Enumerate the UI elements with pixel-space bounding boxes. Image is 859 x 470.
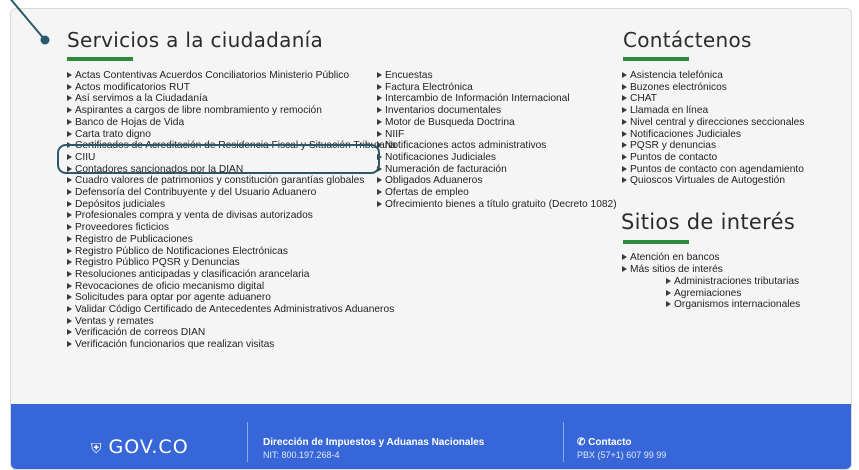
- list-item[interactable]: Depósitos judiciales: [67, 199, 396, 211]
- list-item[interactable]: Revocaciones de oficio mecanismo digital: [67, 281, 396, 293]
- contactenos-heading: Contáctenos: [623, 28, 752, 52]
- list-item[interactable]: PQSR y denuncias: [622, 140, 804, 152]
- list-item[interactable]: Inventarios documentales: [377, 105, 617, 117]
- list-item[interactable]: Defensoría del Contribuyente y del Usuar…: [67, 187, 396, 199]
- list-item[interactable]: Verificación de correos DIAN: [67, 327, 396, 339]
- list-item[interactable]: Registro Público PQSR y Denuncias: [67, 257, 396, 269]
- list-item[interactable]: Atención en bancos: [622, 252, 723, 264]
- footer-divider: [247, 422, 248, 462]
- list-item[interactable]: Nivel central y direcciones seccionales: [622, 117, 804, 129]
- contactenos-list: Asistencia telefónica Buzones electrónico…: [622, 70, 804, 187]
- phone-icon: ✆: [577, 437, 589, 448]
- list-item[interactable]: Solicitudes para optar por agente aduane…: [67, 292, 396, 304]
- list-item[interactable]: Validar Código Certificado de Antecedent…: [67, 304, 396, 316]
- footer-contact-title: ✆ Contacto: [577, 437, 632, 448]
- footer-contact-label: Contacto: [588, 437, 632, 448]
- list-item[interactable]: Buzones electrónicos: [622, 82, 804, 94]
- list-item[interactable]: Ofertas de empleo: [377, 187, 617, 199]
- footer-divider: [563, 422, 564, 462]
- servicios-underline: [67, 57, 133, 61]
- list-item[interactable]: Resoluciones anticipadas y clasificación…: [67, 269, 396, 281]
- list-item[interactable]: Encuestas: [377, 70, 617, 82]
- list-item[interactable]: Notificaciones actos administrativos: [377, 140, 617, 152]
- sitios-sublist: Administraciones tributarias Agremiacione…: [666, 276, 800, 311]
- servicios-heading: Servicios a la ciudadanía: [67, 28, 324, 52]
- list-item[interactable]: Banco de Hojas de Vida: [67, 117, 396, 129]
- sitios-heading: Sitios de interés: [621, 210, 796, 234]
- list-item[interactable]: Organismos internacionales: [666, 299, 800, 311]
- list-item[interactable]: Puntos de contacto: [622, 152, 804, 164]
- list-item[interactable]: Asistencia telefónica: [622, 70, 804, 82]
- list-item[interactable]: Llamada en línea: [622, 105, 804, 117]
- govco-logo-text: GOV.CO: [108, 436, 189, 458]
- list-item[interactable]: Notificaciones Judiciales: [377, 152, 617, 164]
- list-item[interactable]: Actos modificatorios RUT: [67, 82, 396, 94]
- list-item[interactable]: Puntos de contacto con agendamiento: [622, 164, 804, 176]
- list-item[interactable]: Registro de Publicaciones: [67, 234, 396, 246]
- list-item[interactable]: Más sitios de interés: [622, 264, 723, 276]
- list-item[interactable]: Aspirantes a cargos de libre nombramient…: [67, 105, 396, 117]
- govco-logo[interactable]: ⛨ GOV.CO: [91, 436, 189, 458]
- footer-nit: NIT: 800.197.268-4: [263, 450, 340, 460]
- footer-panel: Servicios a la ciudadanía Actas Contenti…: [10, 8, 852, 470]
- servicios-list-col1: Actas Contentivas Acuerdos Conciliatorio…: [67, 70, 396, 351]
- sitios-underline: [623, 240, 689, 244]
- footer-bar: ⛨ GOV.CO Dirección de Impuestos y Aduanas…: [11, 404, 851, 469]
- footer-entity-name: Dirección de Impuestos y Aduanas Naciona…: [263, 437, 485, 448]
- list-item[interactable]: Ofrecimiento bienes a título gratuito (D…: [377, 199, 617, 211]
- contactenos-underline: [623, 57, 689, 61]
- list-item[interactable]: Intercambio de Información Internacional: [377, 93, 617, 105]
- highlight-annotation: [57, 144, 380, 174]
- list-item[interactable]: Proveedores ficticios: [67, 222, 396, 234]
- list-item[interactable]: NIIF: [377, 129, 617, 141]
- list-item[interactable]: Factura Electrónica: [377, 82, 617, 94]
- list-item[interactable]: Cuadro valores de patrimonios y constitu…: [67, 175, 396, 187]
- list-item[interactable]: Numeración de facturación: [377, 164, 617, 176]
- sitios-list: Atención en bancos Más sitios de interés: [622, 252, 723, 275]
- footer-pbx: PBX (57+1) 607 99 99: [577, 450, 667, 460]
- list-item[interactable]: Administraciones tributarias: [666, 276, 800, 288]
- list-item[interactable]: Motor de Busqueda Doctrina: [377, 117, 617, 129]
- list-item[interactable]: Obligados Aduaneros: [377, 175, 617, 187]
- list-item[interactable]: Notificaciones Judiciales: [622, 129, 804, 141]
- list-item[interactable]: Agremiaciones: [666, 288, 800, 300]
- list-item[interactable]: Actas Contentivas Acuerdos Conciliatorio…: [67, 70, 396, 82]
- shield-icon: ⛨: [91, 441, 103, 457]
- list-item[interactable]: CHAT: [622, 93, 804, 105]
- servicios-list-col2: Encuestas Factura Electrónica Intercambio …: [377, 70, 617, 210]
- list-item[interactable]: Ventas y remates: [67, 316, 396, 328]
- list-item[interactable]: Verificación funcionarios que realizan v…: [67, 339, 396, 351]
- list-item[interactable]: Registro Público de Notificaciones Elect…: [67, 246, 396, 258]
- list-item[interactable]: Así servimos a la Ciudadanía: [67, 93, 396, 105]
- list-item[interactable]: Quioscos Virtuales de Autogestión: [622, 175, 804, 187]
- list-item[interactable]: Carta trato digno: [67, 129, 396, 141]
- list-item[interactable]: Profesionales compra y venta de divisas …: [67, 210, 396, 222]
